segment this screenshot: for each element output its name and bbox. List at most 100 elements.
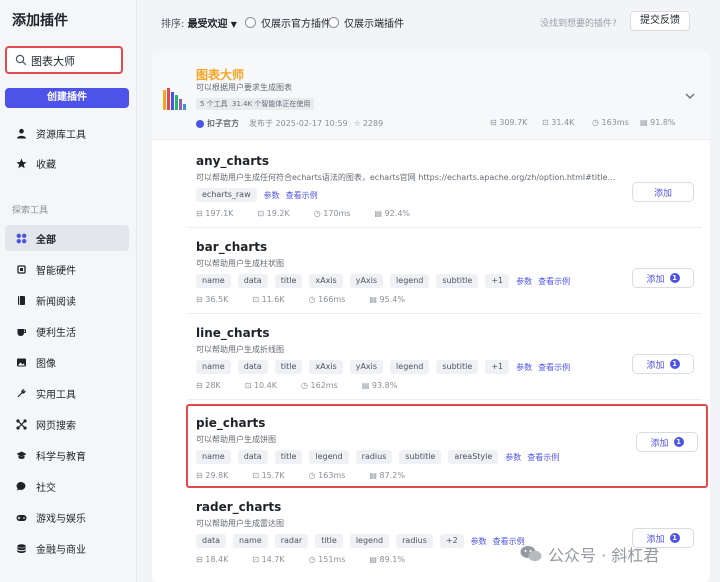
caret-down-icon: ▼ <box>230 20 237 29</box>
sidebar-item-social[interactable]: 社交 <box>5 473 129 499</box>
example-link[interactable]: 查看示例 <box>538 276 570 287</box>
cup-icon <box>15 325 27 337</box>
param-more-chip[interactable]: +1 <box>485 360 510 374</box>
network-icon <box>15 418 27 430</box>
publish-date: 发布于 2025-02-17 10:59 <box>249 119 348 128</box>
book-icon <box>15 294 27 306</box>
param-chip: data <box>237 274 268 288</box>
user-icon <box>15 127 27 139</box>
plugin-name: rader_charts <box>196 500 282 514</box>
featured-desc: 可以根据用户要求生成图表 <box>196 83 292 92</box>
official-only-radio[interactable]: 仅展示官方插件 <box>245 15 331 30</box>
param-list: data name radar title legend radius +2 参… <box>196 534 531 548</box>
create-plugin-button[interactable]: 创建插件 <box>5 88 129 108</box>
param-chip: title <box>274 450 303 464</box>
sidebar-item-favorites[interactable]: 收藏 <box>5 150 129 176</box>
sidebar-item-science[interactable]: 科学与教育 <box>5 442 129 468</box>
param-more-chip[interactable]: +1 <box>485 274 510 288</box>
plugin-name: line_charts <box>196 326 270 340</box>
featured-plugin-header[interactable]: 图表大师 可以根据用户要求生成图表 5 个工具 31.4K 个智能体正在使用 扣… <box>152 52 710 140</box>
plugin-card-any-charts: any_charts 可以帮助用户生成任何符合echarts语法的图表，echa… <box>188 144 702 228</box>
plugin-desc: 可以帮助用户生成柱状图 <box>196 259 284 268</box>
example-link[interactable]: 查看示例 <box>538 362 570 373</box>
radio-label: 仅展示官方插件 <box>261 19 331 30</box>
chat-icon <box>15 480 27 492</box>
dialog-title: 添加插件 <box>12 13 68 29</box>
filter-bar: 排序: 最受欢迎 ▼ 仅展示官方插件 仅展示端插件 没找到想要的插件? 提交反馈 <box>137 0 720 44</box>
plugin-card-pie-charts: pie_charts 可以帮助用户生成饼图 name data title le… <box>186 404 708 488</box>
add-button[interactable]: 添加 <box>632 182 694 202</box>
wechat-watermark: 公众号 · 斜杠君 <box>520 542 659 566</box>
sidebar-item-finance[interactable]: 金融与商业 <box>5 535 129 561</box>
search-input[interactable] <box>31 52 119 70</box>
search-box[interactable] <box>5 46 123 74</box>
sidebar-item-life[interactable]: 便利生活 <box>5 318 129 344</box>
param-more-chip[interactable]: +2 <box>439 534 464 548</box>
sidebar-item-label: 游戏与娱乐 <box>36 513 86 525</box>
stat-bots: ⊡ 14.7K <box>252 555 285 564</box>
add-button[interactable]: 添加 1 <box>632 354 694 374</box>
sidebar-item-library[interactable]: 资源库工具 <box>5 120 129 146</box>
stat-bots: ⊡ 11.6K <box>252 295 285 304</box>
device-only-radio[interactable]: 仅展示端插件 <box>328 15 404 30</box>
stat-calls: ⊟ 28K <box>196 381 221 390</box>
stat-latency: ◷ 163ms <box>308 471 346 480</box>
params-link[interactable]: 参数 <box>264 190 280 201</box>
plugin-name: pie_charts <box>196 416 266 430</box>
count-badge: 1 <box>669 533 680 543</box>
param-list: echarts_raw 参数 查看示例 <box>196 188 324 202</box>
sidebar-item-utilities[interactable]: 实用工具 <box>5 380 129 406</box>
add-button[interactable]: 添加 1 <box>632 268 694 288</box>
params-link[interactable]: 参数 <box>516 276 532 287</box>
sidebar-item-image[interactable]: 图像 <box>5 349 129 375</box>
chevron-down-icon[interactable] <box>684 90 696 102</box>
params-link[interactable]: 参数 <box>471 536 487 547</box>
example-link[interactable]: 查看示例 <box>286 190 318 201</box>
add-label: 添加 <box>646 360 665 371</box>
plugin-stats: ⊟ 28K ⊡ 10.4K ◷ 162ms ▤ 93.8% <box>196 381 421 390</box>
star-icon <box>15 157 27 169</box>
add-label: 添加 <box>646 274 665 285</box>
plugin-card-bar-charts: bar_charts 可以帮助用户生成柱状图 name data title x… <box>188 230 702 314</box>
add-button[interactable]: 添加 1 <box>636 432 698 452</box>
param-chip: areaStyle <box>448 450 499 464</box>
example-link[interactable]: 查看示例 <box>527 452 559 463</box>
sidebar-item-label: 资源库工具 <box>36 129 86 141</box>
publisher-name: 扣子官方 <box>207 119 239 128</box>
stat-calls: ⊟ 36.5K <box>196 295 229 304</box>
param-chip: legend <box>390 360 430 374</box>
param-chip: name <box>196 450 231 464</box>
param-chip: legend <box>349 534 390 548</box>
stat-calls: ⊟ 197.1K <box>196 209 234 218</box>
params-link[interactable]: 参数 <box>516 362 532 373</box>
param-chip: data <box>237 450 268 464</box>
sidebar-item-all[interactable]: 全部 <box>5 225 129 251</box>
sidebar: 添加插件 创建插件 资源库工具 收藏 探索工具 全部 智能硬件 新闻阅读 便利生… <box>0 0 137 582</box>
feedback-button[interactable]: 提交反馈 <box>630 11 690 31</box>
sidebar-item-hardware[interactable]: 智能硬件 <box>5 256 129 282</box>
param-chip: yAxis <box>349 360 384 374</box>
param-chip: xAxis <box>309 274 343 288</box>
sort-dropdown[interactable]: 排序: 最受欢迎 ▼ <box>161 15 237 30</box>
stat-calls: ⊟ 18.4K <box>196 555 229 564</box>
watermark-text: 公众号 · 斜杠君 <box>548 546 660 565</box>
sidebar-item-games[interactable]: 游戏与娱乐 <box>5 504 129 530</box>
sidebar-item-web-search[interactable]: 网页搜索 <box>5 411 129 437</box>
stat-latency: ◷ 151ms <box>308 555 346 564</box>
sidebar-item-label: 科学与教育 <box>36 451 86 463</box>
params-link[interactable]: 参数 <box>505 452 521 463</box>
sidebar-item-label: 网页搜索 <box>36 420 76 432</box>
plugin-stats: ⊟ 29.8K ⊡ 15.7K ◷ 163ms ▤ 87.2% <box>196 471 429 480</box>
stat-bots: ⊡ 19.2K <box>257 209 290 218</box>
featured-meta: 扣子官方 发布于 2025-02-17 10:59 ☆ 2289 <box>196 118 383 129</box>
sidebar-item-news[interactable]: 新闻阅读 <box>5 287 129 313</box>
count-badge: 1 <box>669 273 680 283</box>
stat-bots: ⊡ 10.4K <box>244 381 277 390</box>
publisher: 扣子官方 <box>196 118 239 129</box>
param-chip: yAxis <box>349 274 384 288</box>
sort-value: 最受欢迎 <box>187 19 228 30</box>
wechat-icon <box>520 546 542 562</box>
sidebar-item-label: 新闻阅读 <box>36 296 76 308</box>
stat-calls: ⊟ 309.7K <box>490 118 528 127</box>
param-chip: radar <box>274 534 309 548</box>
